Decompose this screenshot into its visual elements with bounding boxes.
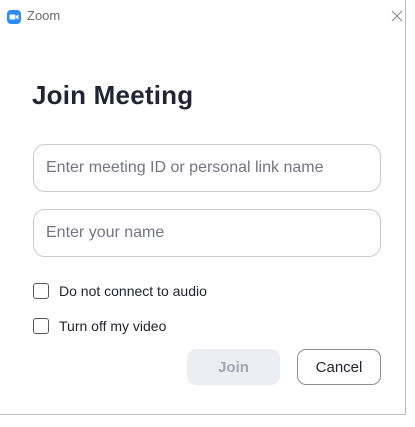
video-off-label: Turn off my video: [59, 318, 167, 334]
meeting-id-input[interactable]: [33, 144, 381, 192]
zoom-join-window: Zoom Join Meeting Do not connect to audi…: [0, 0, 406, 415]
join-button[interactable]: Join: [187, 349, 280, 385]
video-off-checkbox[interactable]: [33, 318, 49, 334]
window-title: Zoom: [27, 8, 61, 23]
close-icon[interactable]: [388, 7, 406, 25]
no-audio-option[interactable]: Do not connect to audio: [33, 281, 207, 301]
title-bar: Zoom: [0, 0, 405, 32]
zoom-camera-icon: [7, 10, 21, 24]
no-audio-label: Do not connect to audio: [59, 283, 207, 299]
cancel-button[interactable]: Cancel: [297, 349, 381, 385]
no-audio-checkbox[interactable]: [33, 283, 49, 299]
video-off-option[interactable]: Turn off my video: [33, 316, 166, 336]
page-title: Join Meeting: [32, 80, 194, 110]
name-input[interactable]: [33, 209, 381, 257]
